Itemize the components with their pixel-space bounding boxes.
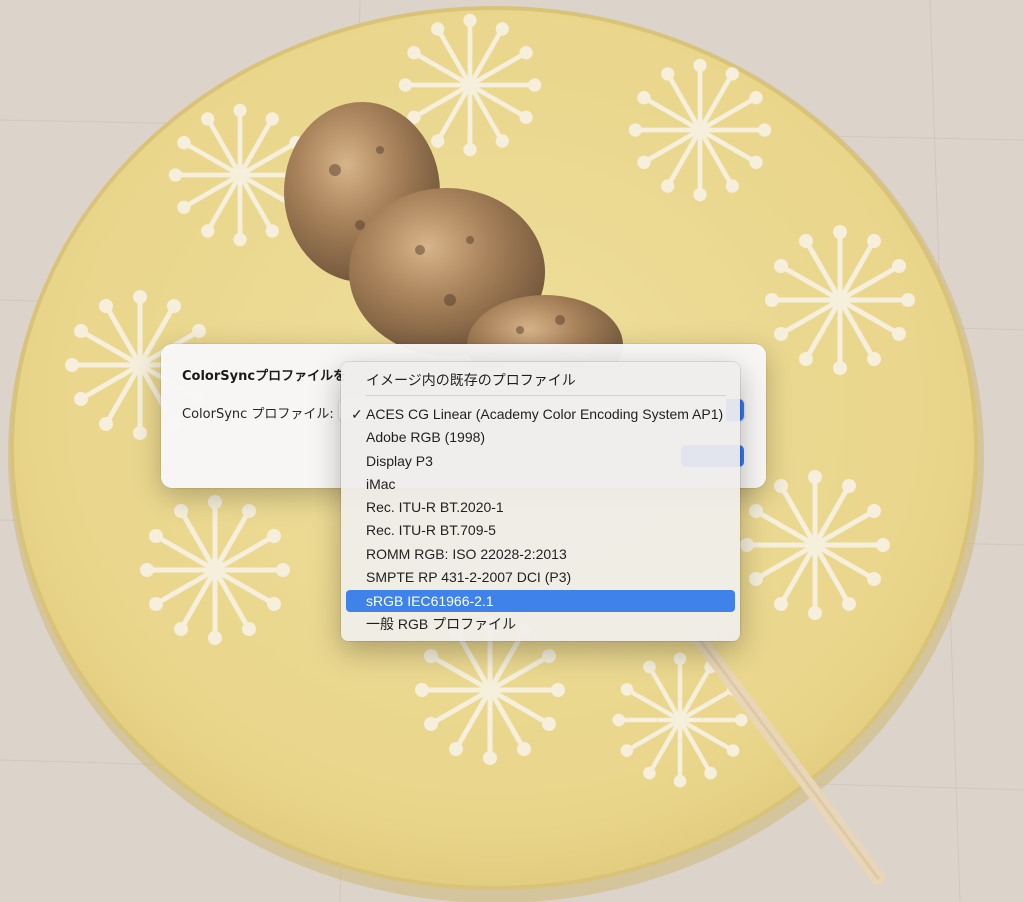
menu-item-label: イメージ内の既存のプロファイル xyxy=(366,372,576,388)
checkmark-icon: ✓ xyxy=(351,406,363,422)
menu-item-label: sRGB IEC61966-2.1 xyxy=(366,593,494,609)
menu-item-label: ACES CG Linear (Academy Color Encoding S… xyxy=(366,406,724,422)
menu-item-smpte-dci-p3[interactable]: SMPTE RP 431-2-2007 DCI (P3) xyxy=(346,566,735,588)
menu-item-srgb[interactable]: sRGB IEC61966-2.1 xyxy=(346,590,735,612)
menu-item-romm-rgb[interactable]: ROMM RGB: ISO 22028-2:2013 xyxy=(346,543,735,565)
menu-item-label: Rec. ITU-R BT.709-5 xyxy=(366,522,496,538)
menu-item-label: Display P3 xyxy=(366,453,433,469)
menu-separator xyxy=(366,395,726,396)
menu-item-label: SMPTE RP 431-2-2007 DCI (P3) xyxy=(366,569,572,585)
menu-item-label: iMac xyxy=(366,476,396,492)
menu-item-label: ROMM RGB: ISO 22028-2:2013 xyxy=(366,546,567,562)
menu-item-generic-rgb[interactable]: 一般 RGB プロファイル xyxy=(346,613,735,635)
menu-item-display-p3[interactable]: Display P3 xyxy=(346,450,735,472)
menu-item-adobe-rgb[interactable]: Adobe RGB (1998) xyxy=(346,426,735,448)
menu-item-label: 一般 RGB プロファイル xyxy=(366,616,517,632)
sheet-title: ColorSyncプロファイルを xyxy=(182,369,347,384)
menu-item-aces-cg-linear[interactable]: ✓ ACES CG Linear (Academy Color Encoding… xyxy=(346,403,735,425)
menu-item-label: Rec. ITU-R BT.2020-1 xyxy=(366,499,504,515)
menu-item-label: Adobe RGB (1998) xyxy=(366,429,486,445)
menu-item-rec-709[interactable]: Rec. ITU-R BT.709-5 xyxy=(346,519,735,541)
menu-item-existing-profile[interactable]: イメージ内の既存のプロファイル xyxy=(346,369,735,391)
menu-item-rec-2020[interactable]: Rec. ITU-R BT.2020-1 xyxy=(346,496,735,518)
profile-menu: イメージ内の既存のプロファイル ✓ ACES CG Linear (Academ… xyxy=(341,362,740,641)
profile-label: ColorSync プロファイル: xyxy=(182,407,334,422)
menu-item-imac[interactable]: iMac xyxy=(346,473,735,495)
